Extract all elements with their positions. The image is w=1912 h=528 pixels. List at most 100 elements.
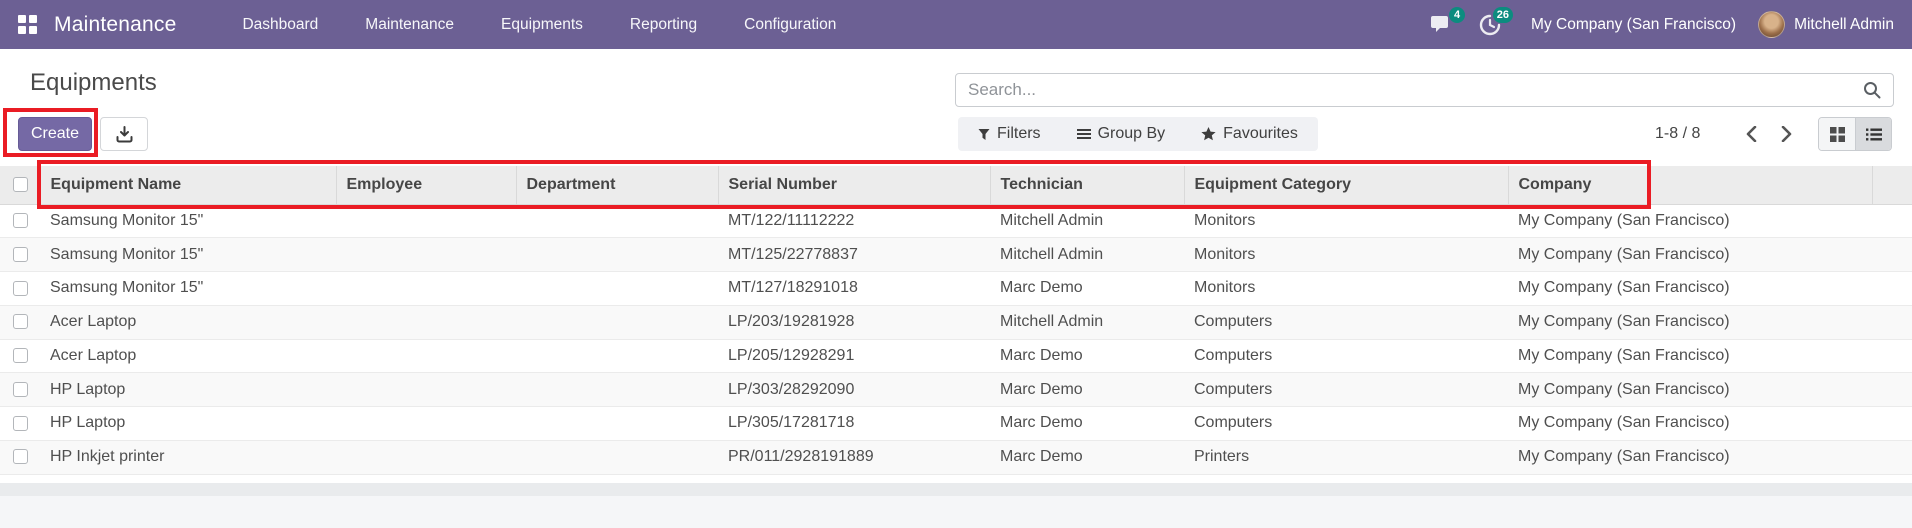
create-button[interactable]: Create	[18, 117, 92, 151]
table-row[interactable]: Samsung Monitor 15" MT/127/18291018 Marc D…	[0, 271, 1912, 306]
cell-serial-number: LP/303/28292090	[718, 372, 990, 407]
activities-button[interactable]: 26	[1477, 6, 1514, 38]
cell-equipment-category: Computers	[1184, 339, 1508, 374]
row-select-cell	[0, 305, 40, 340]
star-icon	[1201, 127, 1216, 141]
row-select-cell	[0, 440, 40, 475]
column-header-technician[interactable]: Technician	[989, 166, 1184, 205]
row-checkbox[interactable]	[13, 415, 28, 431]
cell-company: My Company (San Francisco)	[1508, 237, 1872, 272]
cell-department	[516, 204, 718, 239]
cell-department	[516, 237, 718, 272]
row-checkbox[interactable]	[13, 381, 28, 397]
kanban-view-button[interactable]	[1819, 118, 1855, 150]
page-title: Equipments	[30, 69, 157, 96]
table-row[interactable]: Acer Laptop LP/203/19281928 Mitchell Admin…	[0, 305, 1912, 340]
user-menu[interactable]: Mitchell Admin	[1758, 11, 1894, 38]
column-header-equipment-name[interactable]: Equipment Name	[39, 166, 336, 205]
table-row[interactable]: HP Laptop LP/303/28292090 Marc Demo Compute…	[0, 372, 1912, 407]
cell-equipment-name: Samsung Monitor 15"	[40, 271, 336, 306]
cell-department	[516, 440, 718, 475]
favourites-button[interactable]: Favourites	[1201, 125, 1298, 143]
cell-equipment-name: Samsung Monitor 15"	[40, 204, 336, 239]
cell-equipment-name: Samsung Monitor 15"	[40, 237, 336, 272]
pager-range: 1-8 / 8	[1655, 125, 1701, 142]
cell-technician: Marc Demo	[990, 406, 1184, 441]
cell-department	[516, 406, 718, 441]
select-all-header-cell	[0, 166, 40, 205]
search-input[interactable]	[956, 80, 1851, 100]
chevron-right-icon	[1781, 126, 1791, 142]
magnifier-icon	[1864, 82, 1881, 99]
cell-equipment-category: Monitors	[1184, 271, 1508, 306]
table-row[interactable]: HP Laptop LP/305/17281718 Marc Demo Compute…	[0, 406, 1912, 441]
cell-serial-number: LP/305/17281718	[718, 406, 990, 441]
filters-button[interactable]: Filters	[978, 125, 1041, 143]
table-row[interactable]: HP Inkjet printer PR/011/2928191889 Marc D…	[0, 440, 1912, 475]
row-checkbox[interactable]	[13, 449, 28, 465]
cell-employee	[336, 237, 516, 272]
row-checkbox[interactable]	[13, 213, 28, 229]
column-header-serial-number[interactable]: Serial Number	[717, 166, 990, 205]
cell-equipment-category: Monitors	[1184, 237, 1508, 272]
table-row[interactable]: Acer Laptop LP/205/12928291 Marc Demo Compu…	[0, 339, 1912, 374]
download-icon	[116, 125, 132, 142]
table-row[interactable]: Samsung Monitor 15" MT/122/11112222 Mitche…	[0, 204, 1912, 239]
cell-equipment-name: HP Laptop	[40, 406, 336, 441]
row-checkbox[interactable]	[13, 280, 28, 296]
cell-employee	[336, 204, 516, 239]
row-checkbox[interactable]	[13, 246, 28, 262]
cell-equipment-name: Acer Laptop	[40, 339, 336, 374]
search-bar	[955, 73, 1894, 107]
select-all-checkbox[interactable]	[13, 177, 28, 193]
group-by-button[interactable]: Group By	[1076, 125, 1165, 143]
pager-next-button[interactable]	[1770, 117, 1802, 151]
nav-menu-item-maintenance[interactable]: Maintenance	[365, 16, 454, 34]
search-options-bar: Filters Group By Favourites	[958, 117, 1318, 151]
cell-employee	[336, 372, 516, 407]
column-header-department[interactable]: Department	[515, 166, 718, 205]
search-submit-button[interactable]	[1851, 81, 1893, 99]
cell-technician: Marc Demo	[990, 271, 1184, 306]
table-footer-band	[0, 483, 1912, 496]
cell-technician: Marc Demo	[990, 372, 1184, 407]
nav-menu-item-configuration[interactable]: Configuration	[744, 16, 836, 34]
cell-spacer	[1872, 406, 1912, 441]
row-select-cell	[0, 406, 40, 441]
list-view-button[interactable]	[1855, 118, 1891, 150]
cell-department	[516, 372, 718, 407]
cell-serial-number: MT/125/22778837	[718, 237, 990, 272]
user-name: Mitchell Admin	[1794, 15, 1894, 33]
nav-menu-item-equipments[interactable]: Equipments	[501, 16, 583, 34]
nav-menu-item-dashboard[interactable]: Dashboard	[242, 16, 318, 34]
messages-badge: 4	[1449, 6, 1466, 23]
cell-equipment-category: Computers	[1184, 305, 1508, 340]
messages-button[interactable]: 4	[1429, 6, 1466, 38]
column-header-employee[interactable]: Employee	[335, 166, 516, 205]
nav-menu: Dashboard Maintenance Equipments Reporting C…	[242, 16, 836, 34]
row-select-cell	[0, 237, 40, 272]
cell-technician: Mitchell Admin	[990, 305, 1184, 340]
cell-equipment-name: HP Laptop	[40, 372, 336, 407]
company-switcher[interactable]: My Company (San Francisco)	[1531, 16, 1736, 34]
cell-spacer	[1872, 339, 1912, 374]
cell-company: My Company (San Francisco)	[1508, 339, 1872, 374]
cell-employee	[336, 305, 516, 340]
pager-previous-button[interactable]	[1735, 117, 1767, 151]
cell-equipment-name: HP Inkjet printer	[40, 440, 336, 475]
row-checkbox[interactable]	[13, 314, 28, 330]
column-header-spacer	[1871, 166, 1912, 205]
column-header-equipment-category[interactable]: Equipment Category	[1183, 166, 1508, 205]
nav-menu-item-reporting[interactable]: Reporting	[630, 16, 697, 34]
export-button[interactable]	[100, 117, 148, 151]
table-row[interactable]: Samsung Monitor 15" MT/125/22778837 Mitche…	[0, 237, 1912, 272]
column-header-company[interactable]: Company	[1507, 166, 1872, 205]
cell-technician: Mitchell Admin	[990, 237, 1184, 272]
app-title[interactable]: Maintenance	[54, 13, 176, 37]
row-checkbox[interactable]	[13, 348, 28, 364]
cell-equipment-category: Monitors	[1184, 204, 1508, 239]
apps-grid-icon[interactable]	[18, 15, 37, 34]
cell-company: My Company (San Francisco)	[1508, 204, 1872, 239]
cell-company: My Company (San Francisco)	[1508, 271, 1872, 306]
cell-technician: Marc Demo	[990, 339, 1184, 374]
